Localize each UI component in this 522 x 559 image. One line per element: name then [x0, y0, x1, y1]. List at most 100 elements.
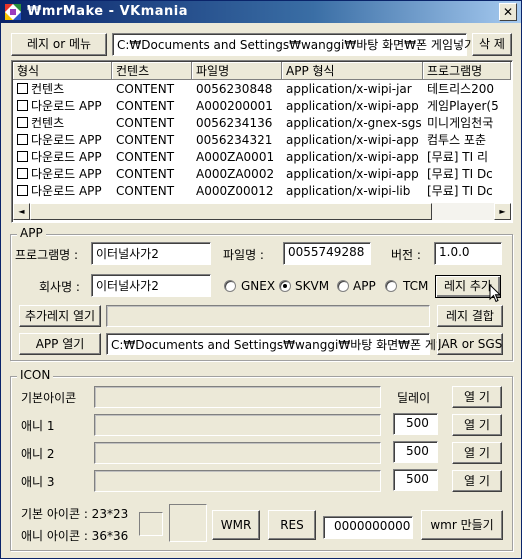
column-header-app-type[interactable]: APP 형식: [282, 62, 423, 80]
radio-skvm-label: SKVM: [295, 279, 330, 293]
list-item[interactable]: 컨텐츠 CONTENT 0056230848 application/x-wip…: [13, 81, 511, 98]
row-type: 다운로드 APP: [31, 184, 102, 198]
anim2-field[interactable]: [94, 442, 381, 464]
delay3-input[interactable]: 500: [393, 469, 438, 491]
open-basic-icon-button[interactable]: 열 기: [452, 386, 502, 408]
delay2-value: 500: [406, 444, 429, 458]
row-checkbox[interactable]: [17, 134, 28, 145]
row-program: [무료] TI Dc: [427, 167, 493, 181]
registry-or-menu-button[interactable]: 레지 or 메뉴: [11, 33, 107, 56]
registry-merge-button[interactable]: 레지 결합: [437, 305, 503, 327]
path-value: C:₩Documents and Settings₩wanggi₩바탕 화면₩폰…: [117, 38, 487, 52]
code-input[interactable]: 0000000000: [323, 516, 413, 539]
company-value: 이터널사가2: [96, 279, 159, 293]
row-app-type: application/x-gnex-sgs: [286, 116, 422, 130]
radio-gnex-label: GNEX: [241, 279, 276, 293]
close-button[interactable]: ✕: [499, 3, 517, 21]
app-logo-icon: [5, 4, 21, 20]
delay1-input[interactable]: 500: [393, 413, 438, 435]
column-header-program[interactable]: 프로그램명: [423, 62, 511, 80]
column-header-filename[interactable]: 파일명: [192, 62, 282, 80]
radio-tcm[interactable]: [385, 280, 397, 292]
anim1-label: 애니 1: [21, 419, 55, 433]
row-filename: A000ZA0002: [196, 167, 275, 181]
code-value: 0000000000: [334, 519, 411, 533]
program-name-label: 프로그램명 :: [15, 248, 79, 262]
row-filename: 0056234136: [196, 116, 273, 130]
content-list[interactable]: 형식 컨텐츠 파일명 APP 형식 프로그램명 컨텐츠 CONTENT 0056…: [11, 60, 513, 223]
jar-or-sgs-button[interactable]: JAR or SGS: [437, 333, 503, 355]
row-type: 다운로드 APP: [31, 167, 102, 181]
wmr-button[interactable]: WMR: [212, 510, 260, 540]
delay1-value: 500: [406, 416, 429, 430]
row-content: CONTENT: [116, 99, 175, 113]
row-program: [무료] TI Dc: [427, 184, 493, 198]
list-item[interactable]: 다운로드 APP CONTENT 0056234321 application/…: [13, 132, 511, 149]
row-program: 컴투스 포춘: [427, 133, 487, 147]
radio-skvm[interactable]: [279, 280, 291, 292]
row-program: [무료] TI 리: [427, 150, 488, 164]
anim-icon-size-label: 애니 아이콘 : 36*36: [21, 529, 129, 543]
row-content: CONTENT: [116, 133, 175, 147]
row-filename: A000200001: [196, 99, 273, 113]
row-type: 다운로드 APP: [31, 150, 102, 164]
extra-registry-field[interactable]: [106, 305, 430, 327]
list-item[interactable]: 다운로드 APP CONTENT A000ZA0002 application/…: [13, 166, 511, 183]
row-checkbox[interactable]: [17, 151, 28, 162]
row-content: CONTENT: [116, 184, 175, 198]
column-header-type[interactable]: 형식: [13, 62, 112, 80]
delete-button[interactable]: 삭 제: [472, 33, 512, 56]
file-name-input[interactable]: 0055749288: [283, 242, 371, 265]
version-input[interactable]: 1.0.0: [434, 242, 502, 265]
company-input[interactable]: 이터널사가2: [91, 274, 211, 297]
list-item[interactable]: 다운로드 APP CONTENT A000Z00012 application/…: [13, 183, 511, 200]
res-button[interactable]: RES: [268, 510, 316, 540]
row-content: CONTENT: [116, 167, 175, 181]
row-app-type: application/x-wipi-app: [286, 150, 419, 164]
row-checkbox[interactable]: [17, 168, 28, 179]
title-bar[interactable]: ₩mrMake - VKmania ✕: [1, 1, 521, 23]
anim2-label: 애니 2: [21, 447, 55, 461]
basic-icon-label: 기본아이콘: [21, 391, 77, 405]
radio-app[interactable]: [337, 280, 349, 292]
row-content: CONTENT: [116, 150, 175, 164]
app-path-field[interactable]: C:₩Documents and Settings₩wanggi₩바탕 화면₩폰…: [106, 333, 447, 355]
anim1-field[interactable]: [94, 414, 381, 436]
row-app-type: application/x-wipi-lib: [286, 184, 411, 198]
open-anim2-button[interactable]: 열 기: [452, 442, 502, 464]
row-checkbox[interactable]: [17, 185, 28, 196]
row-filename: A000ZA0001: [196, 150, 275, 164]
path-field[interactable]: C:₩Documents and Settings₩wanggi₩바탕 화면₩폰…: [112, 33, 487, 56]
row-type: 다운로드 APP: [31, 133, 102, 147]
delay3-value: 500: [406, 472, 429, 486]
program-name-input[interactable]: 이터널사가2: [91, 242, 211, 265]
row-app-type: application/x-wipi-jar: [286, 82, 412, 96]
open-app-button[interactable]: APP 열기: [19, 333, 101, 355]
app-group-title: APP: [17, 226, 46, 240]
radio-gnex[interactable]: [224, 280, 236, 292]
open-extra-registry-button[interactable]: 추가레지 열기: [19, 305, 101, 327]
column-header-content[interactable]: 컨텐츠: [112, 62, 192, 80]
list-item[interactable]: 다운로드 APP CONTENT A000ZA0001 application/…: [13, 149, 511, 166]
row-content: CONTENT: [116, 82, 175, 96]
company-label: 회사명 :: [39, 280, 80, 294]
main-window: ₩mrMake - VKmania ✕ 레지 or 메뉴 C:₩Document…: [0, 0, 522, 559]
open-anim3-button[interactable]: 열 기: [452, 470, 502, 492]
row-program: 테트리스200: [427, 82, 495, 96]
make-wmr-button[interactable]: wmr 만들기: [421, 510, 503, 540]
delay2-input[interactable]: 500: [393, 441, 438, 463]
row-checkbox[interactable]: [17, 100, 28, 111]
list-item[interactable]: 컨텐츠 CONTENT 0056234136 application/x-gne…: [13, 115, 511, 132]
list-item[interactable]: 다운로드 APP CONTENT A000200001 application/…: [13, 98, 511, 115]
version-value: 1.0.0: [439, 245, 470, 259]
anim3-field[interactable]: [94, 470, 381, 492]
scroll-thumb[interactable]: [30, 203, 432, 220]
scroll-left-button[interactable]: ◄: [13, 203, 30, 220]
delay-label: 딜레이: [397, 391, 431, 405]
row-checkbox[interactable]: [17, 117, 28, 128]
open-anim1-button[interactable]: 열 기: [452, 414, 502, 436]
row-checkbox[interactable]: [17, 83, 28, 94]
scroll-right-button[interactable]: ►: [494, 203, 511, 220]
basic-icon-field[interactable]: [94, 386, 381, 408]
horizontal-scrollbar[interactable]: ◄ ►: [13, 203, 511, 220]
